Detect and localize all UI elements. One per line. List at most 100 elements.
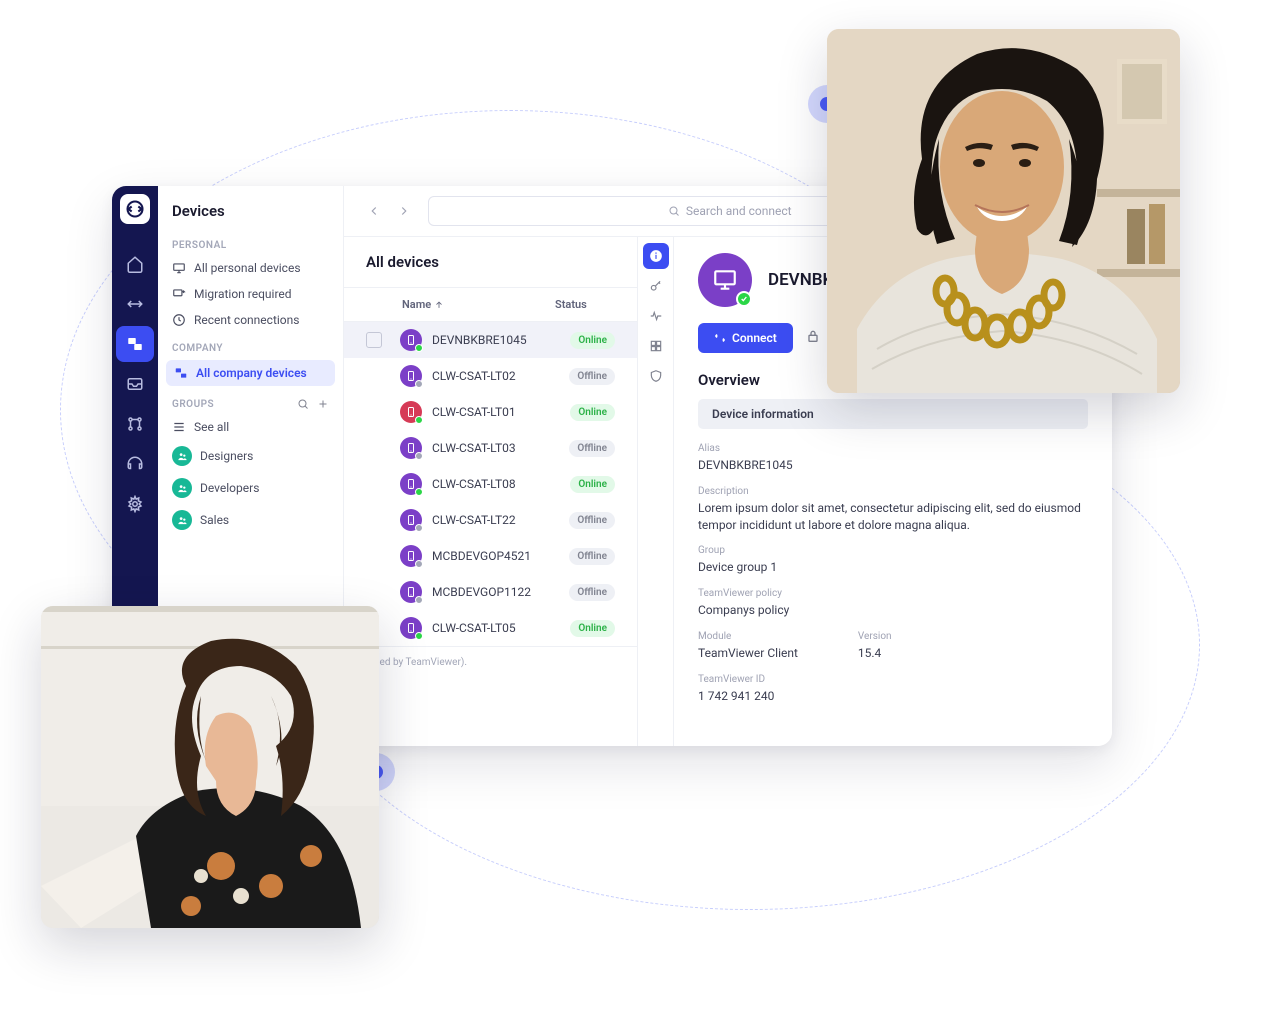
devices-icon bbox=[174, 366, 188, 380]
group-avatar-icon bbox=[172, 446, 192, 466]
group-avatar-icon bbox=[172, 510, 192, 530]
device-row[interactable]: CLW-CSAT-LT05Online bbox=[344, 610, 637, 646]
status-dot bbox=[415, 344, 423, 352]
device-name-cell: CLW-CSAT-LT08 bbox=[432, 477, 570, 491]
status-dot bbox=[415, 488, 423, 496]
device-row[interactable]: MCBDEVGOP4521Offline bbox=[344, 538, 637, 574]
monitor-icon bbox=[172, 261, 186, 275]
detail-tab-shield-icon[interactable] bbox=[643, 363, 669, 389]
sidebar-group-designers[interactable]: Designers bbox=[158, 440, 343, 472]
rail-swap-icon[interactable] bbox=[116, 286, 154, 322]
rail-workflow-icon[interactable] bbox=[116, 406, 154, 442]
rail-home-icon[interactable] bbox=[116, 246, 154, 282]
lock-icon[interactable] bbox=[805, 328, 821, 348]
device-row[interactable]: CLW-CSAT-LT03Offline bbox=[344, 430, 637, 466]
field-group: GroupDevice group 1 bbox=[698, 545, 1088, 576]
device-name-cell: CLW-CSAT-LT05 bbox=[432, 621, 570, 635]
nav-forward-button[interactable] bbox=[392, 199, 416, 223]
device-name-cell: CLW-CSAT-LT03 bbox=[432, 441, 569, 455]
plus-icon[interactable] bbox=[317, 398, 329, 410]
device-row[interactable]: CLW-CSAT-LT01Online bbox=[344, 394, 637, 430]
status-dot bbox=[415, 560, 423, 568]
migrate-icon bbox=[172, 287, 186, 301]
device-icon bbox=[400, 509, 422, 531]
rail-support-icon[interactable] bbox=[116, 446, 154, 482]
swap-icon bbox=[714, 332, 726, 344]
device-row[interactable]: CLW-CSAT-LT02Offline bbox=[344, 358, 637, 394]
device-icon bbox=[400, 617, 422, 639]
status-badge: Online bbox=[570, 476, 615, 493]
device-information-tab[interactable]: Device information bbox=[698, 399, 1088, 429]
detail-tab-health-icon[interactable] bbox=[643, 303, 669, 329]
status-badge: Offline bbox=[569, 368, 615, 385]
group-avatar-icon bbox=[172, 478, 192, 498]
sort-asc-icon bbox=[434, 300, 444, 310]
field-description: DescriptionLorem ipsum dolor sit amet, c… bbox=[698, 486, 1088, 534]
list-title: All devices bbox=[344, 237, 637, 288]
footer-note: ...ded by TeamViewer). bbox=[344, 646, 637, 678]
status-check-badge bbox=[736, 291, 752, 307]
row-checkbox[interactable] bbox=[366, 332, 382, 348]
field-policy: TeamViewer policyCompanys policy bbox=[698, 588, 1088, 619]
search-icon bbox=[668, 205, 680, 217]
sidebar-see-all[interactable]: See all bbox=[158, 414, 343, 440]
device-icon bbox=[400, 473, 422, 495]
rail-devices-icon[interactable] bbox=[116, 326, 154, 362]
app-logo bbox=[120, 194, 150, 224]
device-row[interactable]: CLW-CSAT-LT22Offline bbox=[344, 502, 637, 538]
sidebar-group-sales[interactable]: Sales bbox=[158, 504, 343, 536]
device-icon bbox=[400, 401, 422, 423]
device-row[interactable]: MCBDEVGOP1122Offline bbox=[344, 574, 637, 610]
rail-inbox-icon[interactable] bbox=[116, 366, 154, 402]
rail-settings-icon[interactable] bbox=[116, 486, 154, 522]
detail-tab-info-icon[interactable] bbox=[643, 243, 669, 269]
search-icon[interactable] bbox=[297, 398, 309, 410]
sidebar-item-all-company[interactable]: All company devices bbox=[166, 360, 335, 386]
column-name[interactable]: Name bbox=[366, 298, 555, 311]
status-badge: Online bbox=[570, 404, 615, 421]
status-dot bbox=[415, 416, 423, 424]
detail-tab-grid-icon[interactable] bbox=[643, 333, 669, 359]
status-badge: Offline bbox=[569, 584, 615, 601]
sidebar-section-company: COMPANY bbox=[158, 333, 343, 358]
field-module: ModuleTeamViewer Client bbox=[698, 631, 798, 662]
device-name-cell: MCBDEVGOP4521 bbox=[432, 549, 569, 563]
sidebar-group-developers[interactable]: Developers bbox=[158, 472, 343, 504]
device-icon bbox=[400, 545, 422, 567]
status-badge: Online bbox=[570, 332, 615, 349]
status-dot bbox=[415, 632, 423, 640]
device-name-cell: DEVNBKBRE1045 bbox=[432, 333, 570, 347]
sidebar-item-recent[interactable]: Recent connections bbox=[158, 307, 343, 333]
decorative-photo-user-laptop bbox=[41, 606, 379, 928]
sidebar-section-groups: GROUPS bbox=[158, 388, 343, 414]
status-badge: Offline bbox=[569, 440, 615, 457]
device-row[interactable]: DEVNBKBRE1045Online bbox=[344, 322, 637, 358]
detail-tabs bbox=[638, 237, 674, 746]
connect-button[interactable]: Connect bbox=[698, 323, 793, 353]
device-name-cell: CLW-CSAT-LT01 bbox=[432, 405, 570, 419]
sidebar-item-all-personal[interactable]: All personal devices bbox=[158, 255, 343, 281]
field-tvid: TeamViewer ID1 742 941 240 bbox=[698, 674, 1088, 705]
device-list: All devices Name Status DEVNBKBRE1045Onl… bbox=[344, 237, 638, 746]
field-alias: AliasDEVNBKBRE1045 bbox=[698, 443, 1088, 474]
decorative-photo-user-portrait bbox=[827, 29, 1180, 393]
sidebar-section-personal: PERSONAL bbox=[158, 230, 343, 255]
device-icon bbox=[400, 437, 422, 459]
device-icon bbox=[400, 365, 422, 387]
monitor-icon bbox=[712, 267, 738, 293]
clock-icon bbox=[172, 313, 186, 327]
status-dot bbox=[415, 452, 423, 460]
column-status[interactable]: Status bbox=[555, 298, 615, 311]
field-version: Version15.4 bbox=[858, 631, 892, 662]
device-avatar bbox=[698, 253, 752, 307]
nav-back-button[interactable] bbox=[362, 199, 386, 223]
device-name-cell: CLW-CSAT-LT02 bbox=[432, 369, 569, 383]
device-icon bbox=[400, 329, 422, 351]
device-name-cell: CLW-CSAT-LT22 bbox=[432, 513, 569, 527]
sidebar-item-migration[interactable]: Migration required bbox=[158, 281, 343, 307]
detail-tab-key-icon[interactable] bbox=[643, 273, 669, 299]
device-name-cell: MCBDEVGOP1122 bbox=[432, 585, 569, 599]
status-dot bbox=[415, 524, 423, 532]
device-row[interactable]: CLW-CSAT-LT08Online bbox=[344, 466, 637, 502]
status-badge: Offline bbox=[569, 548, 615, 565]
